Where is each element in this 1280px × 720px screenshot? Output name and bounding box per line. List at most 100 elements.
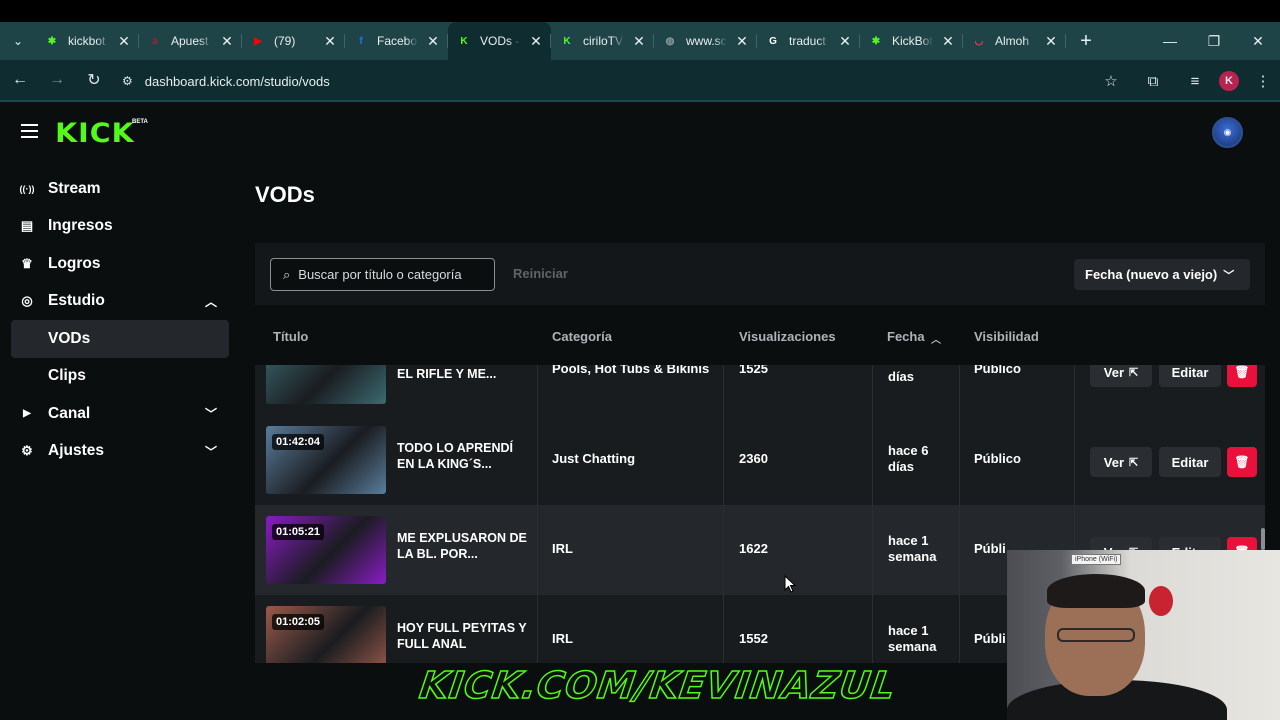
vod-title: DIME BEBE VENDÍ EL RIFLE Y ME... bbox=[397, 367, 497, 381]
chevron-down-icon[interactable]: ﹀ bbox=[205, 405, 217, 422]
browser-tab[interactable]: K VODs - ✕ bbox=[448, 22, 551, 60]
close-tab-icon[interactable]: ✕ bbox=[735, 33, 749, 50]
sidebar-subitem-clips[interactable]: Clips bbox=[0, 358, 240, 396]
media-control-icon[interactable]: ≡ bbox=[1178, 64, 1212, 98]
column-header-date[interactable]: Fecha bbox=[887, 329, 925, 344]
browser-tab[interactable]: ◡ Almoh ✕ bbox=[963, 22, 1066, 60]
browser-tab[interactable]: ✱ KickBot ✕ bbox=[860, 22, 963, 60]
bookmark-star-icon[interactable]: ☆ bbox=[1094, 64, 1128, 98]
column-header-views[interactable]: Visualizaciones bbox=[739, 329, 836, 344]
sidebar-item-ingresos[interactable]: ▤ Ingresos bbox=[0, 208, 240, 246]
minimize-icon[interactable]: — bbox=[1148, 22, 1192, 60]
sidebar-item-ajustes[interactable]: ⚙ Ajustes ﹀ bbox=[0, 433, 240, 471]
close-tab-icon[interactable]: ✕ bbox=[426, 33, 440, 50]
close-tab-icon[interactable]: ✕ bbox=[323, 33, 337, 50]
column-header-title[interactable]: Título bbox=[273, 329, 308, 344]
browser-tab[interactable]: f Facebo ✕ bbox=[345, 22, 448, 60]
globe-favicon: ◍ bbox=[665, 35, 675, 47]
youtube-favicon: ▶ bbox=[254, 35, 262, 47]
sidebar-item-estudio[interactable]: ◎ Estudio ︿ bbox=[0, 283, 240, 321]
tab-title: VODs - bbox=[480, 34, 520, 48]
table-row[interactable]: DIME BEBE VENDÍ EL RIFLE Y ME... Pools, H… bbox=[255, 365, 1265, 415]
vod-thumbnail[interactable] bbox=[266, 365, 386, 404]
column-divider bbox=[723, 365, 724, 415]
vod-thumbnail[interactable]: 01:42:04 bbox=[266, 426, 386, 494]
search-input[interactable]: ⌕ Buscar por título o categoría bbox=[270, 258, 495, 291]
hamburger-menu-icon[interactable] bbox=[21, 124, 38, 138]
view-button[interactable]: Ver ⇱ bbox=[1090, 447, 1152, 477]
webcam-person-hair bbox=[1047, 574, 1145, 608]
kick-favicon: ✱ bbox=[871, 35, 881, 47]
sidebar-item-canal[interactable]: ▶ Canal ﹀ bbox=[0, 395, 240, 433]
close-tab-icon[interactable]: ✕ bbox=[1044, 33, 1058, 50]
sidebar-item-label: Logros bbox=[48, 254, 101, 272]
chart-icon: ▤ bbox=[20, 218, 34, 234]
sidebar-item-stream[interactable]: ((·)) Stream bbox=[0, 170, 240, 208]
user-avatar[interactable]: ◉ bbox=[1212, 117, 1243, 148]
extensions-icon[interactable]: ⧉ bbox=[1128, 64, 1178, 98]
forward-icon[interactable]: → bbox=[40, 63, 74, 97]
browser-tab[interactable]: ✱ kickbot ✕ bbox=[36, 22, 139, 60]
vod-thumbnail[interactable]: 01:02:05 bbox=[266, 606, 386, 663]
page-title: VODs bbox=[255, 182, 315, 207]
column-divider bbox=[872, 595, 873, 663]
close-tab-icon[interactable]: ✕ bbox=[838, 33, 852, 50]
close-window-icon[interactable]: ✕ bbox=[1236, 22, 1280, 60]
kick-favicon: K bbox=[563, 35, 571, 47]
sidebar-item-label: Estudio bbox=[48, 292, 105, 310]
column-header-category[interactable]: Categoría bbox=[552, 329, 612, 344]
tab-title: Apuest bbox=[171, 34, 209, 48]
browser-menu-icon[interactable]: ⋮ bbox=[1246, 64, 1280, 98]
column-header-visibility[interactable]: Visibilidad bbox=[974, 329, 1039, 344]
edit-button[interactable]: Editar bbox=[1159, 365, 1221, 387]
reload-icon[interactable]: ↻ bbox=[77, 63, 111, 97]
browser-tab[interactable]: a Apuest ✕ bbox=[139, 22, 242, 60]
browser-tab[interactable]: KciriloTV ✕ bbox=[551, 22, 654, 60]
tab-search-icon[interactable]: ⌄ bbox=[0, 22, 36, 60]
site-settings-icon[interactable]: ⚙ bbox=[122, 74, 133, 88]
close-tab-icon[interactable]: ✕ bbox=[941, 33, 955, 50]
chevron-up-icon[interactable]: ︿ bbox=[205, 293, 217, 310]
chevron-down-icon: ﹀ bbox=[1223, 269, 1235, 282]
browser-tab[interactable]: ◍ www.sc ✕ bbox=[654, 22, 757, 60]
column-divider bbox=[872, 415, 873, 505]
reset-button[interactable]: Reiniciar bbox=[513, 266, 568, 281]
close-tab-icon[interactable]: ✕ bbox=[529, 33, 543, 50]
close-tab-icon[interactable]: ✕ bbox=[117, 33, 131, 50]
close-tab-icon[interactable]: ✕ bbox=[632, 33, 646, 50]
delete-icon[interactable]: 🗑 bbox=[1227, 365, 1257, 387]
column-divider bbox=[959, 365, 960, 415]
vod-views: 1552 bbox=[739, 631, 768, 646]
vod-visibility: Público bbox=[974, 365, 1021, 376]
kick-logo[interactable]: KICK bbox=[55, 118, 135, 149]
column-divider bbox=[1074, 365, 1075, 415]
search-icon: ⌕ bbox=[283, 266, 291, 282]
view-label: Ver bbox=[1103, 454, 1125, 470]
vod-category: IRL bbox=[552, 541, 573, 556]
restore-icon[interactable]: ❐ bbox=[1192, 22, 1236, 60]
column-divider bbox=[537, 365, 538, 415]
profile-avatar[interactable]: K bbox=[1219, 71, 1239, 91]
address-bar[interactable]: ⚙ dashboard.kick.com/studio/vods bbox=[112, 65, 1112, 97]
back-icon[interactable]: ← bbox=[3, 63, 37, 97]
scrollbar[interactable] bbox=[1261, 528, 1265, 550]
new-tab-button[interactable]: + bbox=[1066, 30, 1106, 53]
vod-duration: 01:05:21 bbox=[272, 524, 325, 540]
edit-button[interactable]: Editar bbox=[1159, 447, 1221, 477]
browser-tab[interactable]: Gtraduct ✕ bbox=[757, 22, 860, 60]
sidebar-item-label: Canal bbox=[48, 404, 91, 422]
column-divider bbox=[723, 505, 724, 595]
delete-icon[interactable]: 🗑 bbox=[1227, 447, 1257, 477]
vod-thumbnail[interactable]: 01:05:21 bbox=[266, 516, 386, 584]
sidebar-item-logros[interactable]: ♛ Logros bbox=[0, 245, 240, 283]
close-tab-icon[interactable]: ✕ bbox=[220, 33, 234, 50]
browser-tab[interactable]: ▶ (79) ✕ bbox=[242, 22, 345, 60]
kick-favicon: K bbox=[460, 35, 468, 47]
sort-dropdown[interactable]: Fecha (nuevo a viejo) ﹀ bbox=[1074, 259, 1250, 290]
chevron-down-icon[interactable]: ﹀ bbox=[205, 443, 217, 460]
tab-title: Facebo bbox=[377, 34, 418, 48]
sidebar-subitem-vods[interactable]: VODs bbox=[11, 320, 229, 358]
view-button[interactable]: Ver ⇱ bbox=[1090, 365, 1152, 387]
webcam-source-label: iPhone (WiFi) bbox=[1071, 554, 1122, 565]
table-row[interactable]: 01:42:04 TODO LO APRENDÍ EN LA KING´S... J… bbox=[255, 415, 1265, 505]
